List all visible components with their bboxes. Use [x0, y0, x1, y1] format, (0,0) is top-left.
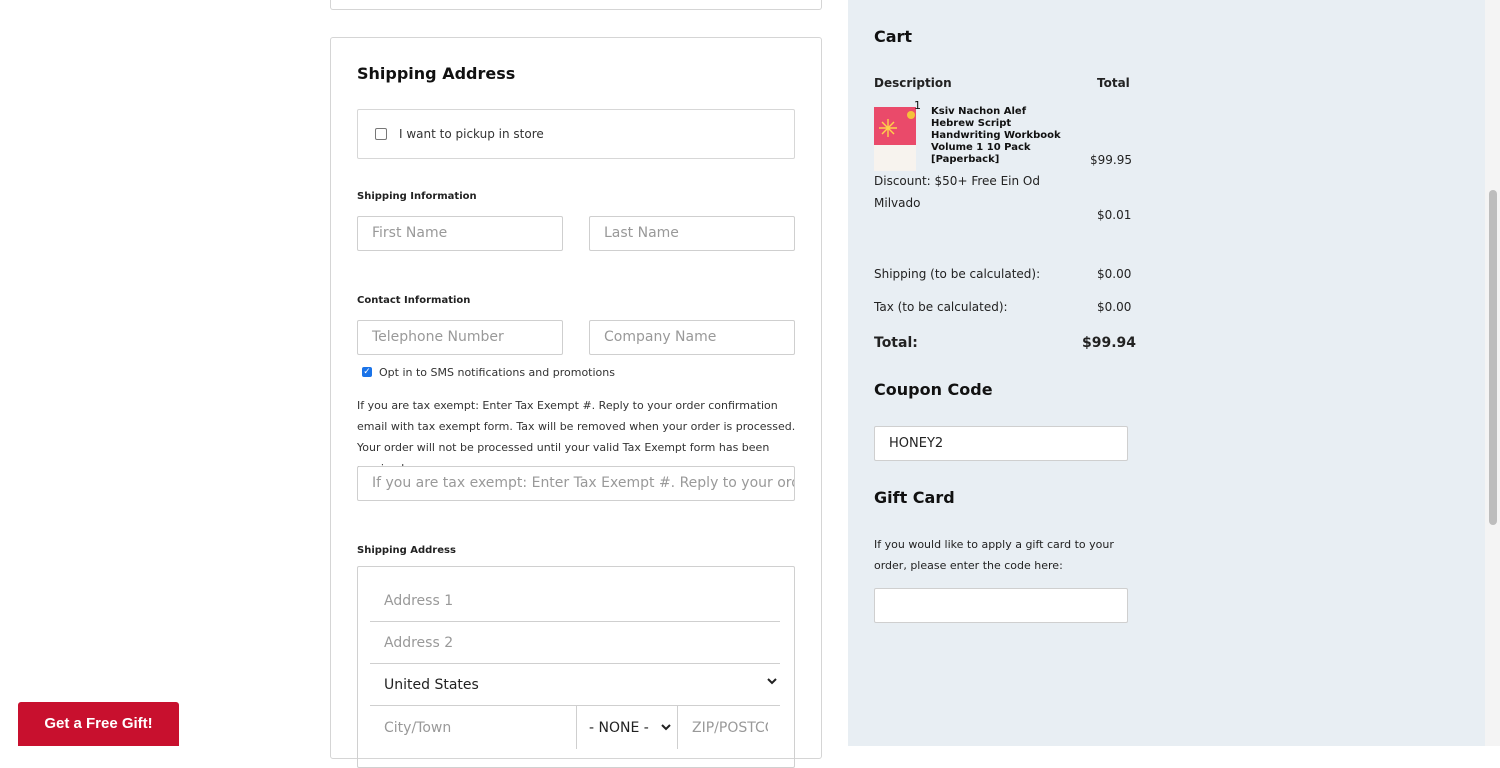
address-fieldset: Address 1 Address 2 United States City/T…: [357, 566, 795, 768]
telephone-input[interactable]: Telephone Number: [357, 320, 563, 355]
description-header: Description: [874, 76, 952, 90]
company-input[interactable]: Company Name: [589, 320, 795, 355]
pickup-checkbox[interactable]: [375, 128, 387, 140]
address1-input[interactable]: Address 1: [370, 580, 780, 622]
total-header: Total: [1097, 76, 1130, 90]
cart-panel: Cart Description Total 1 Ksiv Nachon Ale…: [848, 0, 1485, 746]
gift-card-title: Gift Card: [874, 488, 955, 507]
discount-amount: $0.01: [1097, 208, 1132, 222]
address1-placeholder: Address 1: [384, 593, 454, 609]
page-scrollbar[interactable]: [1485, 0, 1500, 746]
sms-opt-in-label[interactable]: Opt in to SMS notifications and promotio…: [379, 366, 615, 379]
address2-input[interactable]: Address 2: [370, 622, 780, 664]
shipping-form-panel: Shipping Address I want to pickup in sto…: [330, 37, 822, 768]
address2-placeholder: Address 2: [384, 635, 454, 651]
sms-opt-in-checkbox[interactable]: ✓: [362, 367, 372, 377]
shipping-cost-label: Shipping (to be calculated):: [874, 267, 1041, 281]
state-value: - NONE -: [589, 720, 649, 736]
item-name-line: Handwriting Workbook: [931, 130, 1061, 141]
coupon-input[interactable]: HONEY2: [874, 426, 1128, 461]
shipping-cost-amount: $0.00: [1097, 267, 1132, 281]
item-name-line: Ksiv Nachon Alef: [931, 106, 1027, 117]
coupon-value: HONEY2: [889, 436, 944, 451]
item-price: $99.95: [1090, 153, 1132, 167]
tax-label: Tax (to be calculated):: [874, 300, 1008, 314]
item-name-line: Hebrew Script: [931, 118, 1012, 129]
tax-exempt-input[interactable]: If you are tax exempt: Enter Tax Exempt …: [357, 466, 795, 501]
gift-card-input[interactable]: [874, 588, 1128, 623]
gift-card-note: If you would like to apply a gift card t…: [874, 538, 1114, 572]
pickup-label[interactable]: I want to pickup in store: [399, 127, 544, 141]
state-select[interactable]: - NONE -: [577, 705, 678, 749]
item-badge-icon: [907, 111, 915, 119]
discount-label-line2: Milvado: [874, 196, 921, 210]
cart-title: Cart: [874, 27, 913, 46]
city-placeholder: City/Town: [384, 720, 452, 736]
previous-section-box: [330, 0, 822, 10]
item-name-line: Volume 1 10 Pack: [931, 142, 1031, 153]
pickup-in-store-box[interactable]: I want to pickup in store: [357, 109, 795, 159]
item-name-line: [Paperback]: [931, 154, 1000, 165]
country-select[interactable]: United States: [370, 664, 780, 706]
shipping-info-label: Shipping Information: [357, 191, 477, 202]
total-label: Total:: [874, 335, 918, 351]
shipping-address-title: Shipping Address: [357, 64, 516, 83]
zip-placeholder: ZIP/POSTCODE: [692, 720, 768, 736]
zip-input[interactable]: ZIP/POSTCODE: [678, 705, 768, 749]
tax-amount: $0.00: [1097, 300, 1132, 314]
address-label: Shipping Address: [357, 545, 456, 556]
contact-info-label: Contact Information: [357, 295, 471, 306]
country-value: United States: [384, 677, 479, 693]
chevron-down-icon: [767, 678, 777, 685]
scrollbar-thumb[interactable]: [1489, 190, 1497, 525]
first-name-input[interactable]: First Name: [357, 216, 563, 251]
chevron-down-icon: [661, 724, 671, 731]
last-name-input[interactable]: Last Name: [589, 216, 795, 251]
city-input[interactable]: City/Town: [370, 705, 577, 749]
item-name[interactable]: Ksiv Nachon Alef Hebrew Script Handwriti…: [931, 106, 1061, 166]
coupon-title: Coupon Code: [874, 380, 993, 399]
discount-label-line1: Discount: $50+ Free Ein Od: [874, 174, 1040, 188]
total-amount: $99.94: [1082, 335, 1137, 351]
free-gift-button[interactable]: Get a Free Gift!: [18, 702, 179, 746]
